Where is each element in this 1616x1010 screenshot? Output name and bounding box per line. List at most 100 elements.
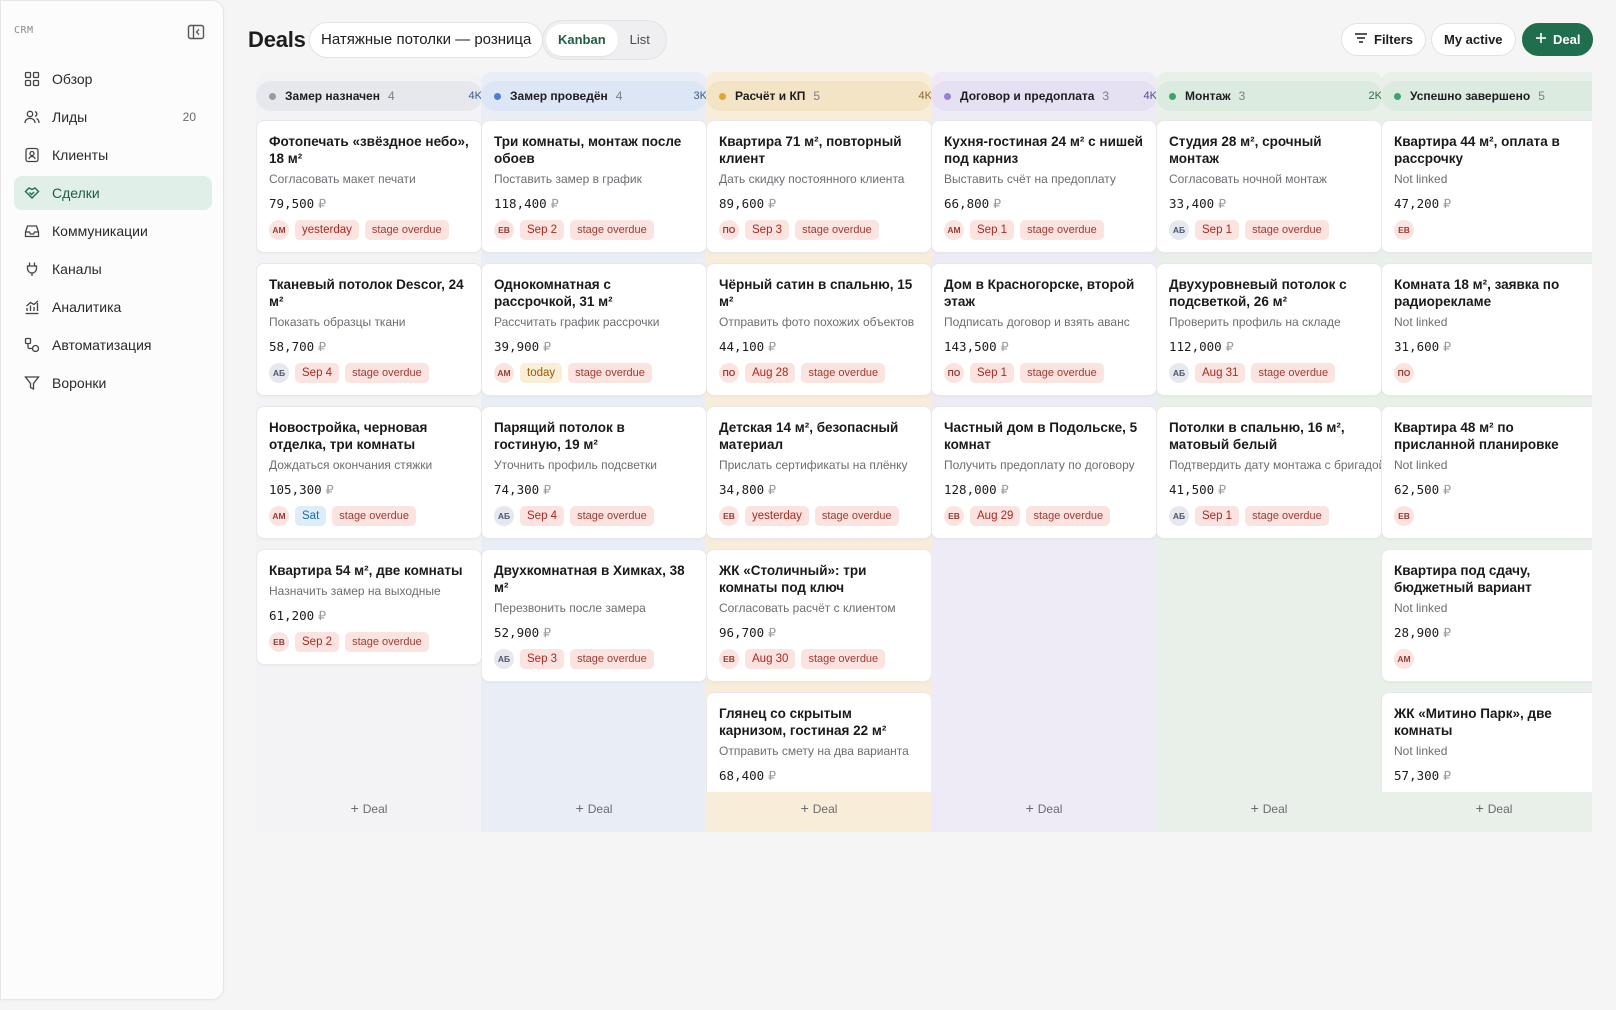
avatar[interactable]: АМ — [269, 506, 289, 526]
column-header[interactable]: Расчёт и КП 5 4K — [706, 81, 932, 111]
deal-title: Детская 14 м², безопасный материал — [719, 420, 899, 452]
deal-amount: 39,900 ₽ — [494, 339, 694, 354]
avatar[interactable]: АБ — [494, 506, 514, 526]
sidebar-item[interactable]: Автоматизация — [14, 328, 212, 362]
deal-card[interactable]: Квартира под сдачу, бюджетный вариант Not… — [1381, 549, 1592, 682]
deal-amount: 34,800 ₽ — [719, 482, 919, 497]
avatar[interactable]: ПО — [1394, 363, 1414, 383]
stage-dot-icon — [944, 92, 951, 100]
avatar[interactable]: ЕВ — [1394, 220, 1414, 240]
deal-amount-value: 62,500 — [1394, 482, 1440, 497]
deal-card[interactable]: Кухня-гостиная 24 м² с нишей под карниз В… — [931, 120, 1157, 253]
add-deal-to-column-button[interactable]: + Deal — [931, 800, 1157, 816]
deal-card[interactable]: Комната 18 м², заявка по радиорекламе Not… — [1381, 263, 1592, 396]
add-deal-to-column-button[interactable]: + Deal — [256, 800, 482, 816]
due-date-badge: Sep 1 — [970, 363, 1015, 383]
new-deal-button[interactable]: Deal — [1522, 23, 1594, 56]
avatar[interactable]: АМ — [944, 220, 964, 240]
add-deal-to-column-button[interactable]: + Deal — [1156, 800, 1382, 816]
avatar[interactable]: АМ — [1394, 649, 1414, 669]
deal-card[interactable]: Однокомнатная с рассрочкой, 31 м² Рассчит… — [481, 263, 707, 396]
column-sum: 4K — [1143, 90, 1157, 102]
deal-card[interactable]: Тканевый потолок Descor, 24 м² Показать о… — [256, 263, 482, 396]
deal-card[interactable]: Фотопечать «звёздное небо», 18 м² Согласо… — [256, 120, 482, 253]
deal-amount: 128,000 ₽ — [944, 482, 1144, 497]
deal-card[interactable]: Дом в Красногорске, второй этаж Подписать… — [931, 263, 1157, 396]
sidebar-item[interactable]: Сделки — [14, 176, 212, 210]
deal-title: Квартира 44 м², оплата в рассрочку — [1394, 134, 1560, 166]
avatar[interactable]: АМ — [269, 220, 289, 240]
deal-card[interactable]: Три комнаты, монтаж после обоев Поставить… — [481, 120, 707, 253]
add-deal-to-column-button[interactable]: + Deal — [1381, 800, 1592, 816]
stage-overdue-badge: stage overdue — [332, 506, 416, 526]
deal-card[interactable]: ЖК «Столичный»: три комнаты под ключ Согл… — [706, 549, 932, 682]
ruble-icon: ₽ — [768, 769, 777, 783]
view-kanban-tab[interactable]: Kanban — [546, 24, 618, 56]
avatar[interactable]: АБ — [1169, 220, 1189, 240]
plus-icon: + — [1025, 800, 1034, 816]
add-deal-to-column-button[interactable]: + Deal — [706, 800, 932, 816]
avatar[interactable]: ЕВ — [719, 649, 739, 669]
new-deal-label: Deal — [1553, 32, 1581, 47]
sidebar-item-label: Коммуникации — [52, 223, 148, 239]
deal-card[interactable]: Чёрный сатин в спальню, 15 м² Отправить ф… — [706, 263, 932, 396]
deal-card[interactable]: Квартира 71 м², повторный клиент Дать ски… — [706, 120, 932, 253]
deal-card[interactable]: Детская 14 м², безопасный материал Присла… — [706, 406, 932, 539]
avatar[interactable]: ПО — [719, 363, 739, 383]
deal-card[interactable]: Глянец со скрытым карнизом, гостиная 22 … — [706, 692, 932, 792]
ruble-icon: ₽ — [1443, 483, 1452, 497]
avatar[interactable]: АМ — [494, 363, 514, 383]
sidebar-item[interactable]: Аналитика — [14, 290, 212, 324]
brand-label: CRM — [14, 25, 34, 36]
avatar[interactable]: АБ — [494, 649, 514, 669]
ruble-icon: ₽ — [543, 626, 552, 640]
sidebar-item[interactable]: Клиенты — [14, 138, 212, 172]
column-header[interactable]: Замер проведён 4 3K — [481, 81, 707, 111]
add-deal-to-column-button[interactable]: + Deal — [481, 800, 707, 816]
deal-card[interactable]: Новостройка, черновая отделка, три комна… — [256, 406, 482, 539]
view-list-tab[interactable]: List — [618, 24, 662, 56]
deal-card[interactable]: Парящий потолок в гостиную, 19 м² Уточнит… — [481, 406, 707, 539]
avatar[interactable]: ЕВ — [1394, 506, 1414, 526]
column-header[interactable]: Замер назначен 4 4K — [256, 81, 482, 111]
avatar[interactable]: АБ — [1169, 363, 1189, 383]
deal-amount: 96,700 ₽ — [719, 625, 919, 640]
avatar[interactable]: ЕВ — [494, 220, 514, 240]
avatar[interactable]: ПО — [719, 220, 739, 240]
deal-card[interactable]: Потолки в спальню, 16 м², матовый белый П… — [1156, 406, 1382, 539]
deal-card[interactable]: Двухуровневый потолок с подсветкой, 26 м… — [1156, 263, 1382, 396]
column-header[interactable]: Успешно завершено 5 — [1381, 81, 1592, 111]
deal-card[interactable]: Квартира 44 м², оплата в рассрочку Not li… — [1381, 120, 1592, 253]
deal-next-task: Назначить замер на выходные — [269, 584, 441, 598]
avatar[interactable]: ПО — [944, 363, 964, 383]
plus-icon: + — [350, 800, 359, 816]
sidebar-item[interactable]: Воронки — [14, 366, 212, 400]
filters-button[interactable]: Filters — [1341, 23, 1427, 56]
avatar[interactable]: ЕВ — [944, 506, 964, 526]
avatar[interactable]: ЕВ — [719, 506, 739, 526]
avatar[interactable]: ЕВ — [269, 632, 289, 652]
collapse-sidebar-icon[interactable] — [187, 24, 205, 40]
my-active-button[interactable]: My active — [1431, 23, 1516, 56]
add-deal-label: Deal — [362, 802, 388, 816]
sidebar-item[interactable]: Коммуникации — [14, 214, 212, 248]
ruble-icon: ₽ — [768, 483, 777, 497]
avatar[interactable]: АБ — [269, 363, 289, 383]
deal-card[interactable]: ЖК «Митино Парк», две комнаты Not linked 5… — [1381, 692, 1592, 792]
sidebar-item[interactable]: Обзор — [14, 62, 212, 96]
deal-next-task: Получить предоплату по договору — [944, 458, 1135, 472]
deal-card[interactable]: Студия 28 м², срочный монтаж Согласовать … — [1156, 120, 1382, 253]
deal-title: ЖК «Митино Парк», две комнаты — [1394, 706, 1552, 738]
sidebar-item[interactable]: Каналы — [14, 252, 212, 286]
deal-card[interactable]: Двухкомнатная в Химках, 38 м² Перезвонить… — [481, 549, 707, 682]
deal-card[interactable]: Квартира 48 м² по присланной планировке N… — [1381, 406, 1592, 539]
column-header[interactable]: Договор и предоплата 3 4K — [931, 81, 1157, 111]
grid-icon — [24, 71, 40, 87]
sidebar-item[interactable]: Лиды 20 — [14, 100, 212, 134]
avatar[interactable]: АБ — [1169, 506, 1189, 526]
deal-next-task: Not linked — [1394, 172, 1448, 186]
column-header[interactable]: Монтаж 3 2K — [1156, 81, 1382, 111]
deal-card[interactable]: Частный дом в Подольске, 5 комнат Получит… — [931, 406, 1157, 539]
pipeline-selector[interactable]: Натяжные потолки — розница — [309, 22, 544, 58]
deal-card[interactable]: Квартира 54 м², две комнаты Назначить зам… — [256, 549, 482, 665]
